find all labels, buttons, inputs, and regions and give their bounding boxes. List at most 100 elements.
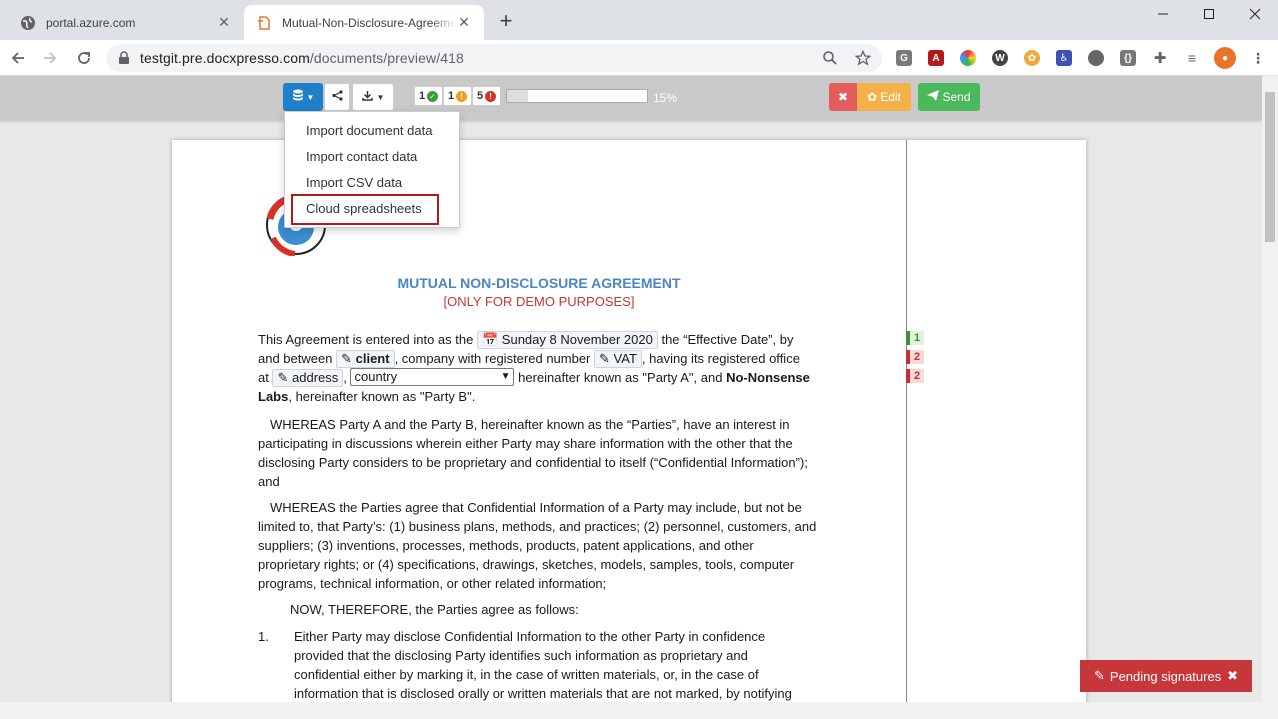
field-value: Sunday 8 November 2020 bbox=[501, 332, 653, 347]
new-tab-button[interactable]: + bbox=[494, 10, 518, 34]
url-text: testgit.pre.docxpresso.com/documents/pre… bbox=[140, 50, 464, 66]
bookmark-star-icon[interactable] bbox=[855, 50, 871, 66]
completed-fields-counter[interactable]: 1 ✓ bbox=[414, 86, 444, 106]
clause-1: Either Party may disclose Confidential I… bbox=[294, 629, 792, 701]
download-icon bbox=[361, 90, 373, 104]
document-subtitle: [ONLY FOR DEMO PURPOSES] bbox=[443, 294, 635, 309]
download-button[interactable]: ▼ bbox=[352, 83, 394, 111]
share-button[interactable] bbox=[324, 83, 350, 111]
chevron-down-icon: ▼ bbox=[376, 92, 385, 102]
maximize-icon[interactable] bbox=[1186, 0, 1232, 28]
menu-item-import-contact-data[interactable]: Import contact data bbox=[306, 149, 417, 164]
close-window-icon[interactable] bbox=[1232, 0, 1278, 28]
text-span: , hereinafter known as "Party B". bbox=[288, 389, 476, 404]
whereas-paragraph-2: WHEREAS the Parties agree that Confident… bbox=[258, 500, 817, 591]
forward-icon[interactable] bbox=[38, 46, 62, 70]
tab-title: portal.azure.com bbox=[46, 15, 136, 30]
horizontal-scrollbar[interactable] bbox=[0, 702, 1278, 719]
chevron-down-icon: ▼ bbox=[500, 371, 511, 382]
whereas-paragraph-1: WHEREAS Party A and the Party B, hereina… bbox=[258, 417, 808, 489]
extension-script-icon[interactable]: {} bbox=[1120, 50, 1136, 66]
field-status-marker[interactable]: 2 bbox=[906, 350, 924, 364]
text-span: This Agreement is entered into as the bbox=[258, 332, 474, 347]
list-number: 1. bbox=[258, 629, 269, 644]
menu-item-import-document-data[interactable]: Import document data bbox=[306, 123, 432, 138]
docxpresso-favicon-icon bbox=[256, 15, 272, 31]
calendar-icon: 📅 bbox=[481, 332, 499, 347]
extension-w-icon[interactable]: W bbox=[992, 50, 1008, 66]
database-icon bbox=[292, 89, 304, 105]
zoom-icon[interactable] bbox=[822, 50, 838, 66]
close-tab-icon[interactable]: ✕ bbox=[456, 14, 472, 31]
profile-avatar[interactable]: ● bbox=[1214, 47, 1236, 69]
tab-azure-portal[interactable]: portal.azure.com ✕ bbox=[8, 5, 244, 40]
tab-strip: portal.azure.com ✕ Mutual-Non-Disclosure… bbox=[0, 0, 1278, 40]
edit-icon: ✎ bbox=[1094, 668, 1105, 683]
intro-paragraph: This Agreement is entered into as the 📅 … bbox=[258, 331, 810, 404]
back-icon[interactable] bbox=[6, 46, 30, 70]
field-value: VAT bbox=[613, 351, 637, 366]
effective-date-field[interactable]: 📅 Sunday 8 November 2020 bbox=[476, 331, 658, 349]
address-bar[interactable]: testgit.pre.docxpresso.com/documents/pre… bbox=[106, 44, 882, 72]
extension-pdf-icon[interactable]: A bbox=[928, 50, 944, 66]
edit-icon: ✎ bbox=[277, 370, 289, 385]
highlight-box bbox=[291, 194, 439, 225]
data-import-button[interactable]: ▼ bbox=[283, 83, 323, 111]
tab-nda-document[interactable]: Mutual-Non-Disclosure-Agreeme ✕ bbox=[244, 5, 484, 40]
paper-plane-icon bbox=[927, 90, 940, 104]
text-span: and between bbox=[258, 351, 333, 366]
reload-icon[interactable] bbox=[72, 46, 96, 70]
send-button[interactable]: Send bbox=[918, 83, 980, 111]
extension-g-icon[interactable]: G bbox=[896, 50, 912, 66]
text-span: , having its registered office bbox=[641, 351, 800, 366]
field-value: address bbox=[292, 370, 339, 385]
edit-label: Edit bbox=[880, 90, 901, 104]
progress-label: 15% bbox=[653, 91, 678, 105]
select-value: country bbox=[354, 369, 398, 384]
close-icon[interactable]: ✖ bbox=[1227, 668, 1238, 684]
close-tab-icon[interactable]: ✕ bbox=[216, 14, 232, 31]
extensions-puzzle-icon[interactable]: ✚ bbox=[1152, 50, 1168, 67]
text-span: the “Effective Date”, by bbox=[661, 332, 794, 347]
send-label: Send bbox=[942, 90, 971, 104]
now-therefore-paragraph: NOW, THEREFORE, the Parties agree as fol… bbox=[290, 602, 579, 617]
pending-signatures-panel[interactable]: ✎ Pending signatures ✖ bbox=[1080, 660, 1252, 692]
counter-value: 1 bbox=[419, 90, 426, 102]
minimize-icon[interactable] bbox=[1140, 0, 1186, 28]
country-select[interactable]: country ▼ bbox=[350, 368, 515, 386]
address-field[interactable]: ✎ address bbox=[272, 369, 344, 387]
more-menu-icon[interactable]: ⋮ bbox=[1250, 50, 1266, 66]
media-queue-icon[interactable]: ≡ bbox=[1184, 50, 1200, 66]
check-icon: ✓ bbox=[427, 90, 439, 102]
client-field[interactable]: ✎ client bbox=[336, 350, 395, 368]
lock-icon[interactable] bbox=[118, 51, 132, 65]
vertical-scrollbar[interactable] bbox=[1262, 76, 1278, 702]
extension-circle-icon[interactable] bbox=[1088, 50, 1104, 66]
warning-fields-counter[interactable]: 1 ! bbox=[443, 86, 473, 106]
tab-title: Mutual-Non-Disclosure-Agreeme bbox=[282, 15, 456, 30]
error-icon: ! bbox=[485, 90, 497, 102]
close-icon: ✖ bbox=[837, 90, 849, 104]
edit-icon: ✎ bbox=[341, 351, 352, 366]
edit-button[interactable]: ✿ Edit bbox=[857, 83, 911, 111]
scrollbar-thumb[interactable] bbox=[1265, 92, 1275, 242]
vat-field[interactable]: ✎ VAT bbox=[594, 350, 642, 368]
progress-fill bbox=[507, 90, 528, 102]
app-toolbar: ▼ ▼ 1 ✓ 1 ! 5 ! 15% ✖ ✿ Edit Send bbox=[0, 76, 1262, 120]
document-title: MUTUAL NON-DISCLOSURE AGREEMENT bbox=[397, 275, 681, 291]
field-status-marker[interactable]: 2 bbox=[906, 369, 924, 383]
extension-gear-icon[interactable]: ✿ bbox=[1024, 50, 1040, 66]
warning-icon: ! bbox=[456, 90, 468, 102]
extension-color-icon[interactable] bbox=[960, 50, 976, 66]
share-icon bbox=[331, 90, 343, 104]
cancel-button[interactable]: ✖ bbox=[829, 83, 857, 111]
error-fields-counter[interactable]: 5 ! bbox=[472, 86, 502, 106]
field-status-marker[interactable]: 1 bbox=[906, 331, 924, 345]
margin-divider bbox=[906, 140, 907, 702]
menu-item-import-csv-data[interactable]: Import CSV data bbox=[306, 175, 402, 190]
edit-icon: ✎ bbox=[599, 351, 610, 366]
counter-value: 5 bbox=[477, 90, 484, 102]
pending-label: Pending signatures bbox=[1109, 668, 1222, 684]
extension-accessibility-icon[interactable]: ♿ bbox=[1056, 50, 1072, 66]
gear-icon: ✿ bbox=[867, 90, 878, 104]
